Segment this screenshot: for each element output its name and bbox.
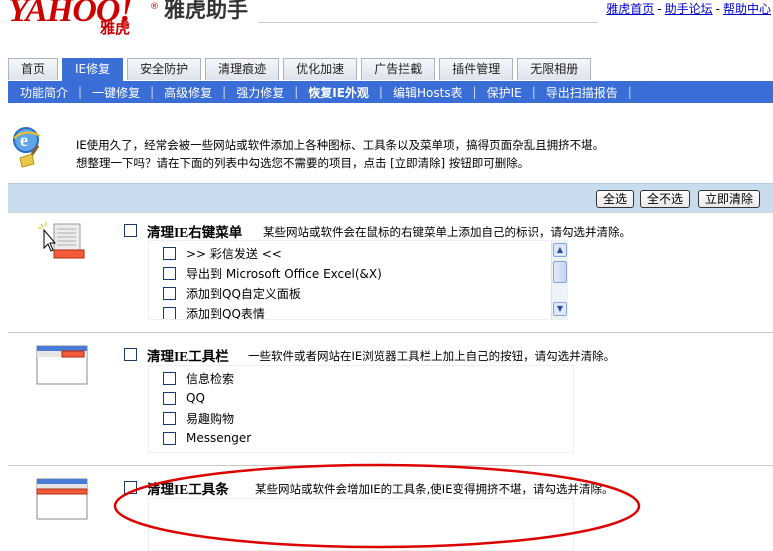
section-divider: [8, 332, 773, 333]
item-checkbox[interactable]: [163, 371, 176, 385]
tab-album[interactable]: 无限相册: [517, 58, 592, 80]
item-label: 导出到 Microsoft Office Excel(&X): [186, 266, 382, 281]
link-forum[interactable]: 助手论坛: [665, 2, 713, 16]
link-separator: -: [657, 2, 662, 16]
sub-navigation: 功能简介 | 一键修复 | 高级修复 | 强力修复 | 恢复IE外观 | 编辑H…: [8, 81, 773, 103]
item-label: 信息检索: [186, 371, 235, 386]
tab-ad-block[interactable]: 广告拦截: [361, 58, 436, 80]
context-menu-scrollbar[interactable]: ▲ ▼: [551, 241, 567, 319]
link-help-center[interactable]: 帮助中心: [723, 2, 771, 16]
list-item[interactable]: 易趣购物: [163, 409, 234, 427]
list-item[interactable]: 添加到QQ表情: [163, 304, 265, 320]
annotation-ellipse: [113, 463, 641, 549]
item-label: >> 彩信发送 <<: [186, 246, 282, 261]
tab-plugin-manager[interactable]: 插件管理: [439, 58, 514, 80]
clean-context-menu-desc: 某些网站或软件会在鼠标的右键菜单上添加自己的标识，请勾选并清除。: [263, 225, 631, 239]
scroll-up-icon[interactable]: ▲: [553, 243, 567, 257]
tab-home[interactable]: 首页: [8, 58, 59, 80]
tab-clean-traces[interactable]: 清理痕迹: [205, 58, 280, 80]
item-checkbox[interactable]: [163, 286, 176, 300]
clean-toolbar-desc: 一些软件或者网站在IE浏览器工具栏上加上自己的按钮，请勾选并清除。: [248, 349, 616, 363]
subnav-separator: |: [294, 85, 299, 99]
tab-security[interactable]: 安全防护: [127, 58, 202, 80]
list-item[interactable]: 信息检索: [163, 369, 234, 387]
item-checkbox[interactable]: [163, 266, 176, 280]
item-checkbox[interactable]: [163, 246, 176, 260]
toolbar-icon: [36, 345, 88, 385]
subnav-separator: |: [78, 85, 83, 99]
item-checkbox[interactable]: [163, 306, 176, 319]
subnav-separator: |: [531, 85, 536, 99]
select-none-button[interactable]: 全不选: [640, 190, 691, 208]
header-links: 雅虎首页 - 助手论坛 - 帮助中心: [606, 0, 771, 17]
registered-mark: ®: [150, 2, 159, 12]
clean-toolbar-checkbox[interactable]: [124, 348, 137, 361]
yahoo-logo-chinese: 雅虎: [100, 21, 131, 37]
subnav-export-report[interactable]: 导出扫描报告: [546, 84, 618, 101]
item-label: Messenger: [186, 431, 252, 445]
list-item[interactable]: QQ: [163, 389, 205, 407]
clear-now-button[interactable]: 立即清除: [698, 190, 761, 208]
select-all-button[interactable]: 全选: [596, 190, 635, 208]
clean-context-menu-checkbox[interactable]: [124, 224, 137, 237]
tab-ie-repair[interactable]: IE修复: [62, 58, 124, 81]
list-item[interactable]: 添加到QQ自定义面板: [163, 284, 301, 302]
subnav-separator: |: [472, 85, 477, 99]
subnav-edit-hosts[interactable]: 编辑Hosts表: [393, 84, 463, 101]
subnav-separator: |: [627, 85, 632, 99]
scroll-thumb[interactable]: [553, 261, 567, 283]
item-label: 添加到QQ自定义面板: [186, 286, 301, 301]
subnav-separator: |: [222, 85, 227, 99]
subnav-protect-ie[interactable]: 保护IE: [487, 84, 522, 101]
item-label: 易趣购物: [186, 411, 235, 426]
intro-line-2: 想整理一下吗？请在下面的列表中勾选您不需要的项目，点击 [立即清除] 按钮即可删…: [76, 156, 530, 170]
list-item[interactable]: Messenger: [163, 429, 251, 447]
action-bar: 全选 全不选 立即清除: [8, 183, 773, 213]
list-item[interactable]: 导出到 Microsoft Office Excel(&X): [163, 264, 382, 282]
toolbar-list: 信息检索 QQ 易趣购物 Messenger: [148, 365, 574, 453]
tab-optimize[interactable]: 优化加速: [283, 58, 358, 80]
context-menu-list: >> 彩信发送 << 导出到 Microsoft Office Excel(&X…: [148, 240, 568, 320]
context-menu-icon: [38, 222, 85, 259]
subnav-separator: |: [378, 85, 383, 99]
link-separator: -: [715, 2, 720, 16]
item-label: 添加到QQ表情: [186, 306, 265, 320]
main-tabs: 首页 IE修复 安全防护 清理痕迹 优化加速 广告拦截 插件管理 无限相册: [8, 58, 595, 81]
toolbar-band-icon: [36, 478, 88, 520]
list-item[interactable]: >> 彩信发送 <<: [163, 244, 282, 262]
subnav-force-repair[interactable]: 强力修复: [236, 84, 284, 101]
item-checkbox[interactable]: [163, 431, 176, 445]
link-yahoo-home[interactable]: 雅虎首页: [606, 2, 654, 16]
scroll-down-icon[interactable]: ▼: [553, 302, 567, 316]
app-title: 雅虎助手: [164, 0, 248, 22]
header-divider: [258, 22, 598, 23]
subnav-advanced-repair[interactable]: 高级修复: [164, 84, 212, 101]
item-checkbox[interactable]: [163, 411, 176, 425]
item-checkbox[interactable]: [163, 391, 176, 405]
subnav-restore-ie-appearance[interactable]: 恢复IE外观: [308, 84, 369, 101]
subnav-one-click-repair[interactable]: 一键修复: [92, 84, 140, 101]
header: YAHOO! ® 雅虎 雅虎助手 雅虎首页 - 助手论坛 - 帮助中心: [0, 0, 773, 40]
clean-context-menu-title: 清理IE右键菜单: [147, 225, 243, 240]
intro-text: IE使用久了，经常会被一些网站或软件添加上各种图标、工具条以及菜单项，搞得页面杂…: [76, 136, 604, 172]
ie-broom-icon: e: [13, 127, 41, 168]
subnav-separator: |: [150, 85, 155, 99]
item-label: QQ: [186, 391, 205, 405]
intro-line-1: IE使用久了，经常会被一些网站或软件添加上各种图标、工具条以及菜单项，搞得页面杂…: [76, 138, 605, 152]
clean-toolbar-title: 清理IE工具栏: [147, 349, 229, 364]
subnav-intro[interactable]: 功能简介: [20, 84, 68, 101]
